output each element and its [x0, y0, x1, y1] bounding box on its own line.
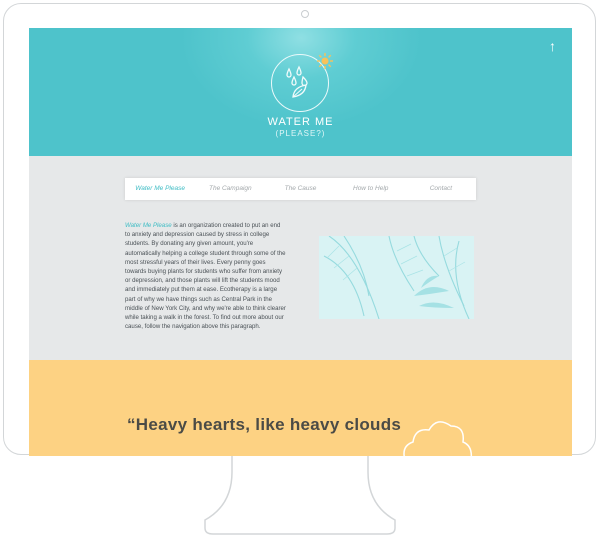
nav-item-water-me-please[interactable]: Water Me Please — [125, 178, 195, 200]
about-paragraph: Water Me Please is an organization creat… — [125, 221, 287, 331]
about-body: is an organization created to put an end… — [125, 222, 286, 331]
palm-leaves-photo — [319, 236, 474, 319]
hero-header: ↑ WATER ME (PLEASE?) — [29, 28, 572, 156]
site-title: WATER ME — [267, 116, 334, 128]
quote-section: “Heavy hearts, like heavy clouds — [29, 360, 572, 456]
camera-icon — [301, 10, 309, 18]
main-nav: Water Me Please The Campaign The Cause H… — [125, 178, 476, 200]
nav-item-how-to-help[interactable]: How to Help — [336, 178, 406, 200]
quote-text: “Heavy hearts, like heavy clouds — [127, 415, 402, 434]
about-highlight: Water Me Please — [125, 222, 172, 229]
nav-item-the-campaign[interactable]: The Campaign — [195, 178, 265, 200]
cloud-icon — [403, 421, 473, 456]
nav-item-contact[interactable]: Contact — [406, 178, 476, 200]
sun-icon — [317, 53, 333, 69]
arrow-up-icon[interactable]: ↑ — [549, 38, 556, 54]
site-subtitle: (PLEASE?) — [275, 129, 326, 138]
nav-item-the-cause[interactable]: The Cause — [265, 178, 335, 200]
website-screen: ↑ WATER ME (PLEASE?) Water Me Please The… — [29, 28, 572, 456]
